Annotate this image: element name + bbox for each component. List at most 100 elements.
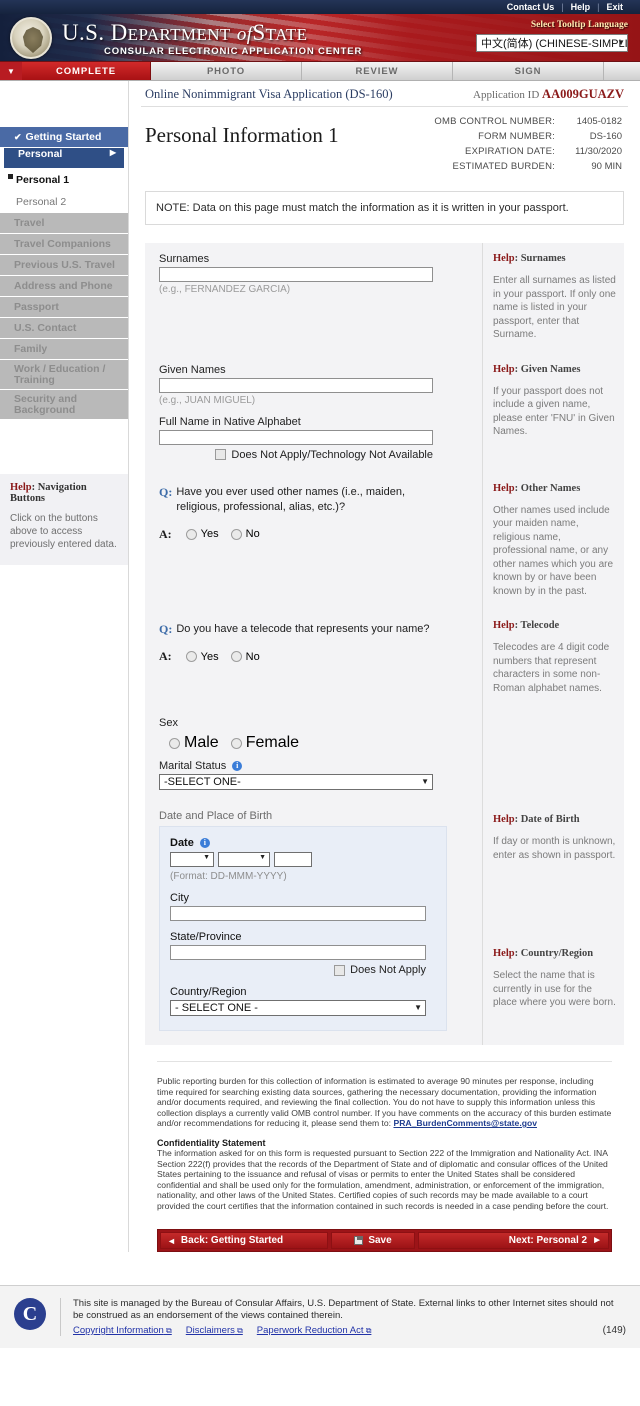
help-word: Help (493, 363, 515, 375)
tabbar-tail (604, 62, 640, 80)
fineprint-block: Public reporting burden for this collect… (157, 1061, 612, 1211)
department-of-state-seal-icon (10, 17, 52, 59)
state-does-not-apply-label: Does Not Apply (350, 964, 426, 976)
surnames-label: Surnames (159, 253, 210, 265)
given-names-input[interactable] (159, 377, 433, 393)
omb-label: FORM NUMBER: (478, 131, 555, 142)
application-id-value: AA009GUAZV (542, 87, 624, 101)
sidebar-item-family: Family (0, 339, 128, 360)
sidebar-item-personal-2[interactable]: Personal 2 (0, 191, 128, 213)
sex-male-option[interactable]: Male (169, 734, 219, 752)
marital-status-value: -SELECT ONE- (164, 776, 241, 788)
given-names-section: Given Names (e.g., JUAN MIGUEL) Full Nam… (145, 353, 624, 473)
current-page-marker-icon (8, 174, 13, 179)
chevron-down-icon: ▼ (414, 1003, 422, 1012)
footer-text-row: This site is managed by the Bureau of Co… (73, 1298, 626, 1322)
surnames-input[interactable] (159, 267, 433, 282)
other-names-no-option[interactable]: No (230, 528, 260, 540)
exit-link[interactable]: Exit (599, 0, 630, 14)
date-year-input[interactable] (274, 852, 312, 867)
save-button-label: Save (368, 1235, 392, 1246)
telecode-yes-option[interactable]: Yes (185, 651, 219, 663)
tab-review[interactable]: REVIEW (302, 62, 453, 80)
tab-sign[interactable]: SIGN (453, 62, 604, 80)
info-icon[interactable]: i (199, 838, 210, 848)
help-topic: : Other Names (514, 482, 581, 494)
save-button[interactable]: Save (331, 1232, 415, 1249)
city-input[interactable] (170, 906, 426, 921)
marital-status-select[interactable]: -SELECT ONE- ▼ (159, 774, 433, 790)
date-label-row: Date i (170, 837, 436, 849)
telecode-no-option[interactable]: No (230, 650, 260, 663)
disclaimers-link[interactable]: Disclaimers ⧉ (186, 1325, 243, 1336)
sidebar-item-getting-started[interactable]: ✔ Getting Started (0, 127, 128, 148)
paperwork-reduction-act-link[interactable]: Paperwork Reduction Act ⧉ (257, 1325, 372, 1336)
sex-male-radio[interactable] (169, 737, 180, 749)
sidebar-item-label: Previous U.S. Travel (14, 259, 115, 271)
sex-female-radio[interactable] (230, 737, 242, 749)
other-names-yes-option[interactable]: Yes (185, 528, 219, 540)
telecode-yes-radio[interactable] (185, 651, 197, 662)
other-names-question: Have you ever used other names (i.e., ma… (176, 485, 406, 513)
date-day-select[interactable]: ▼ (170, 852, 214, 867)
country-region-select[interactable]: - SELECT ONE - ▼ (170, 1000, 426, 1016)
native-alphabet-input[interactable] (159, 429, 433, 445)
other-names-yes-radio[interactable] (185, 528, 197, 540)
dob-inner-box: Date i ▼ ▼ (Format: DD-MMM-YYYY) City St… (159, 826, 447, 1031)
tab-complete[interactable]: COMPLETE (22, 62, 151, 80)
sidebar-item-label: Passport (14, 301, 59, 313)
sidebar-item-label: Getting Started (25, 131, 102, 143)
masthead-title-part4: TATE (265, 25, 308, 44)
help-link[interactable]: Help (564, 0, 598, 14)
info-icon[interactable]: i (232, 761, 243, 771)
date-label: Date (170, 837, 194, 849)
state-does-not-apply-checkbox[interactable] (334, 964, 346, 976)
contact-us-link[interactable]: Contact Us (500, 0, 562, 14)
telecode-help-title: Help: Telecode (493, 620, 616, 631)
application-id-label: Application ID (473, 89, 540, 101)
native-alphabet-label: Full Name in Native Alphabet (159, 415, 301, 428)
page-footer: This site is managed by the Bureau of Co… (0, 1285, 640, 1348)
masthead-title-part2: EPARTMENT (127, 25, 231, 44)
other-names-no-radio[interactable] (230, 528, 242, 540)
sidebar-item-label: Personal (18, 148, 63, 160)
dob-fields: Date and Place of Birth Date i ▼ ▼ (Form… (145, 804, 482, 1045)
sex-female-option[interactable]: Female (230, 734, 299, 752)
tab-photo[interactable]: PHOTO (151, 62, 302, 80)
burden-email-link[interactable]: PRA_BurdenComments@state.gov (393, 1118, 537, 1128)
sex-section: Sex Male Female (145, 707, 624, 756)
sidebar-item-label: Personal 2 (16, 195, 67, 208)
sidebar-item-personal[interactable]: Personal ▶ (4, 148, 124, 169)
given-names-fields: Given Names (e.g., JUAN MIGUEL) Full Nam… (145, 354, 482, 473)
copyright-information-link[interactable]: Copyright Information ⧉ (73, 1325, 172, 1336)
masthead-title-part1: U.S. D (62, 20, 128, 45)
next-button[interactable]: Next: Personal 2 ► (418, 1232, 609, 1249)
omb-value: 11/30/2020 (575, 146, 622, 157)
other-names-yes-label: Yes (200, 528, 219, 540)
state-province-input[interactable] (170, 945, 426, 960)
date-month-select[interactable]: ▼ (218, 852, 270, 867)
progress-tabbar: ▼ COMPLETE PHOTO REVIEW SIGN (0, 62, 640, 81)
chevron-down-icon: ▼ (259, 854, 266, 861)
arrow-right-icon: ► (592, 1235, 602, 1246)
footer-disclaimer-text: This site is managed by the Bureau of Co… (73, 1298, 614, 1321)
marital-status-section: Marital Status i -SELECT ONE- ▼ (145, 756, 624, 804)
sidebar-item-label: Travel Companions (14, 238, 111, 250)
burden-statement: Public reporting burden for this collect… (157, 1076, 612, 1129)
native-alphabet-na-row[interactable]: Does Not Apply/Technology Not Available (159, 449, 433, 461)
tabbar-collapse-arrow-icon[interactable]: ▼ (0, 62, 22, 80)
utility-bar: Contact Us | Help | Exit (0, 0, 640, 14)
sidebar-item-personal-1[interactable]: Personal 1 (0, 169, 128, 191)
native-alphabet-na-checkbox[interactable] (215, 449, 227, 460)
dob-help-title: Help: Date of Birth (493, 814, 616, 825)
given-names-label: Given Names (159, 363, 226, 376)
state-does-not-apply-row[interactable]: Does Not Apply (170, 964, 426, 976)
next-button-label: Next: Personal 2 (508, 1235, 588, 1246)
back-button[interactable]: ◄ Back: Getting Started (160, 1232, 328, 1249)
page-title: Personal Information 1 (145, 123, 339, 147)
sidebar-item-previous-us-travel: Previous U.S. Travel (0, 255, 128, 276)
telecode-no-label: No (245, 650, 260, 663)
other-names-help-title: Help: Other Names (493, 483, 616, 494)
tooltip-language-select[interactable]: 中文(简体) (CHINESE-SIMPLI ▼ (476, 34, 628, 52)
telecode-no-radio[interactable] (230, 651, 242, 662)
